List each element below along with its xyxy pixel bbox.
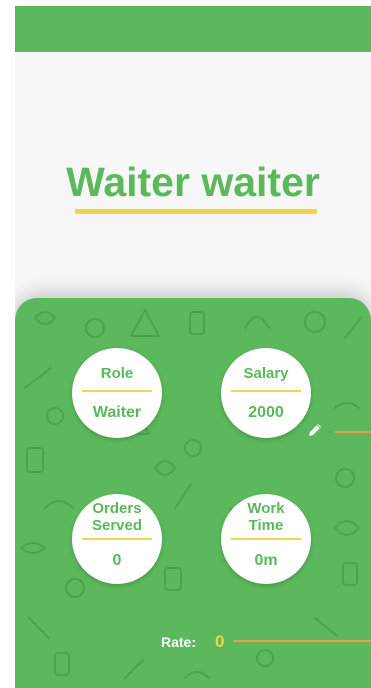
orders-served-label: Orders Served bbox=[91, 500, 143, 534]
salary-label: Salary bbox=[243, 365, 289, 382]
role-value: Waiter bbox=[92, 404, 142, 421]
app-bar bbox=[15, 6, 371, 52]
orders-served-stat: Orders Served 0 bbox=[72, 494, 162, 584]
rate-label: Rate: bbox=[161, 634, 197, 650]
role-stat: Role Waiter bbox=[72, 348, 162, 438]
role-divider bbox=[82, 390, 152, 392]
work-time-value: 0m bbox=[254, 552, 278, 569]
orders-served-value: 0 bbox=[112, 552, 122, 569]
pencil-icon[interactable] bbox=[307, 422, 323, 438]
rate-slider-line[interactable] bbox=[233, 640, 371, 642]
salary-value: 2000 bbox=[248, 404, 284, 421]
rate-value: 0 bbox=[215, 632, 225, 651]
work-time-label: Work Time bbox=[247, 500, 285, 534]
stats-panel: Role Waiter Salary 2000 Orders Served 0 … bbox=[15, 298, 371, 688]
title-underline bbox=[75, 209, 317, 214]
work-time-stat: Work Time 0m bbox=[221, 494, 311, 584]
food-pattern-background bbox=[20, 309, 362, 679]
orders-served-divider bbox=[82, 538, 152, 540]
work-time-divider bbox=[231, 538, 301, 540]
app-screen: Waiter waiter Role Waiter Salary 2000 Or… bbox=[15, 6, 371, 688]
salary-divider bbox=[231, 390, 301, 392]
role-label: Role bbox=[100, 365, 134, 382]
salary-slider-line bbox=[335, 431, 371, 433]
page-title: Waiter waiter bbox=[66, 159, 320, 205]
salary-stat: Salary 2000 bbox=[221, 348, 311, 438]
